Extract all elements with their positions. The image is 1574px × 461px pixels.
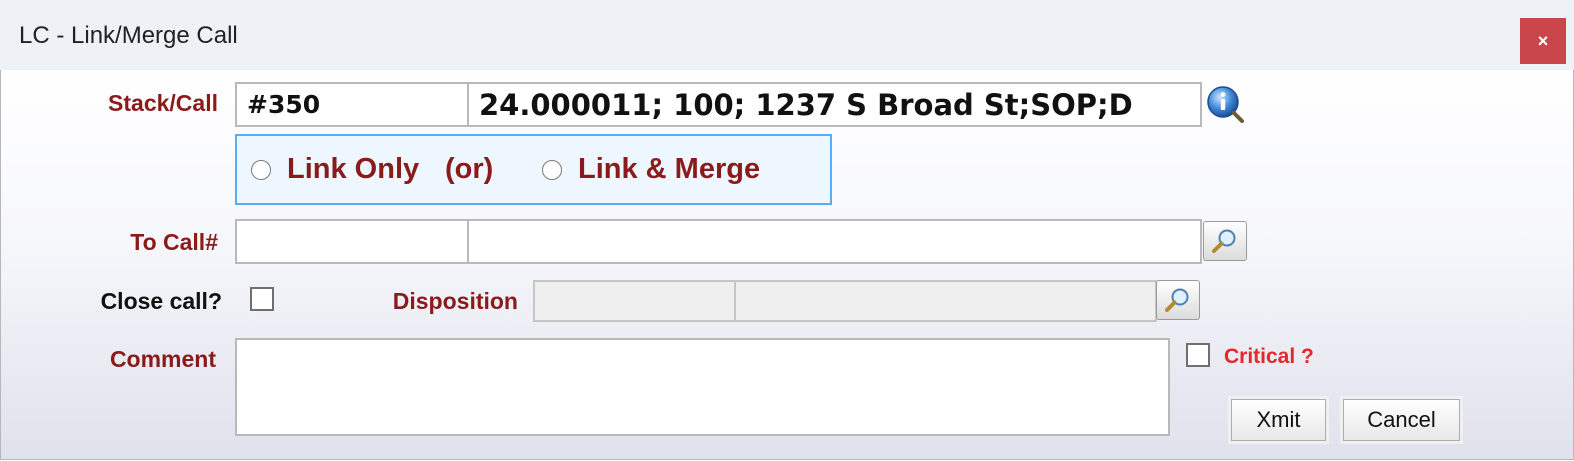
xmit-button[interactable]: Xmit	[1231, 399, 1326, 441]
disposition-code-field[interactable]	[533, 280, 736, 322]
link-merge-radio[interactable]	[542, 160, 562, 180]
link-merge-label[interactable]: Link & Merge	[578, 153, 760, 186]
close-call-label: Close call?	[100, 288, 222, 314]
disposition-label: Disposition	[392, 288, 518, 314]
window-title: LC - Link/Merge Call	[19, 22, 238, 49]
to-call-lookup-button[interactable]	[1203, 221, 1247, 261]
disposition-lookup-button[interactable]	[1156, 280, 1200, 320]
to-call-description-field[interactable]	[467, 219, 1202, 264]
stack-call-description-field[interactable]: 24.000011; 100; 1237 S Broad St;SOP;D	[467, 82, 1202, 127]
or-separator: (or)	[445, 153, 494, 185]
comment-textarea[interactable]	[235, 338, 1170, 436]
link-mode-group: Link Only (or) Link & Merge	[235, 134, 832, 205]
critical-label: Critical ?	[1224, 345, 1314, 368]
comment-label: Comment	[109, 346, 216, 372]
magnifier-icon	[1165, 288, 1189, 312]
link-only-label[interactable]: Link Only	[287, 153, 419, 186]
close-call-checkbox[interactable]	[250, 287, 274, 311]
info-icon[interactable]	[1205, 84, 1245, 124]
stack-call-label: Stack/Call	[108, 90, 218, 116]
title-bar: LC - Link/Merge Call ×	[0, 0, 1574, 70]
link-only-radio[interactable]	[251, 160, 271, 180]
magnifier-icon	[1212, 229, 1236, 253]
disposition-description-field[interactable]	[734, 280, 1157, 322]
to-call-label: To Call#	[130, 229, 218, 255]
cancel-button[interactable]: Cancel	[1343, 399, 1460, 441]
close-button[interactable]: ×	[1520, 18, 1566, 64]
stack-call-number-field[interactable]: #350	[235, 82, 469, 127]
critical-checkbox[interactable]	[1186, 343, 1210, 367]
to-call-number-field[interactable]	[235, 219, 469, 264]
